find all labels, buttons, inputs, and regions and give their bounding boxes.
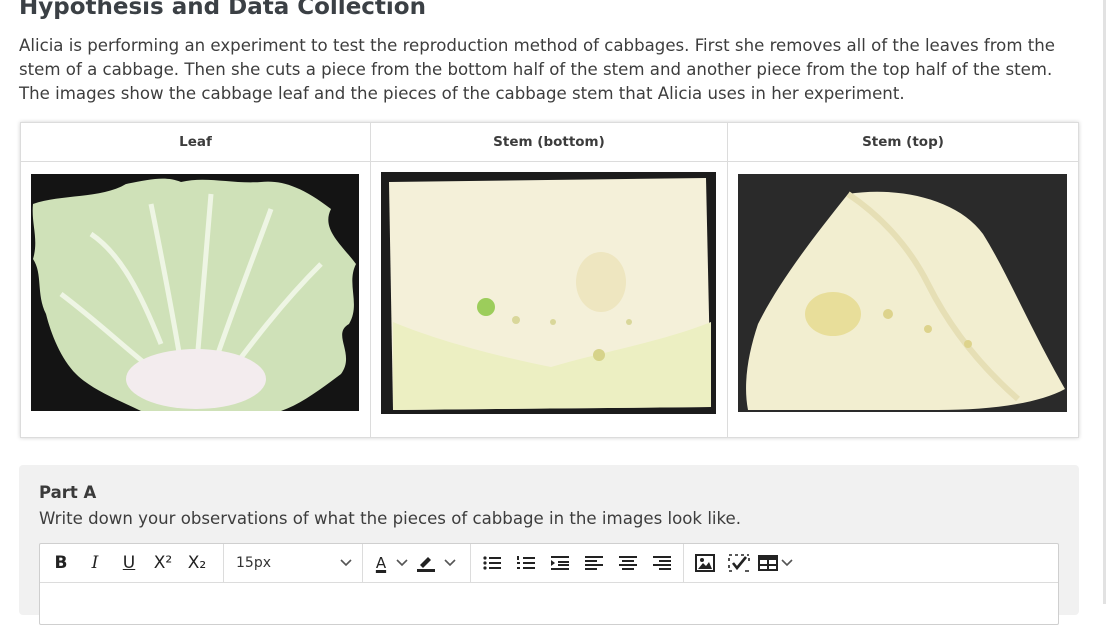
align-center-icon[interactable] [611, 548, 645, 578]
column-header-leaf: Leaf [20, 122, 371, 162]
paragraph-group [471, 544, 684, 582]
chevron-down-icon[interactable] [780, 557, 794, 570]
page: Hypothesis and Data Collection Alicia is… [0, 0, 1100, 625]
editor-toolbar: B I U X² X₂ 15px A [40, 544, 1058, 583]
chevron-down-icon[interactable] [441, 557, 459, 570]
format-group: B I U X² X₂ [40, 544, 224, 582]
column-header-stem-bottom: Stem (bottom) [370, 122, 728, 162]
insert-group [684, 544, 794, 582]
bold-icon[interactable]: B [44, 548, 78, 578]
page-title: Hypothesis and Data Collection [19, 0, 426, 20]
font-size-select[interactable]: 15px [224, 555, 362, 571]
superscript-icon[interactable]: X² [146, 548, 180, 578]
subscript-icon[interactable]: X₂ [180, 548, 214, 578]
align-left-icon[interactable] [577, 548, 611, 578]
highlight-icon[interactable] [411, 548, 441, 578]
leaf-cell [20, 161, 371, 438]
spellcheck-icon[interactable] [722, 548, 756, 578]
part-a-panel: Part A Write down your observations of w… [19, 465, 1079, 625]
font-size-group: 15px [224, 544, 363, 582]
chevron-down-icon [340, 557, 352, 570]
part-a-prompt: Write down your observations of what the… [39, 509, 742, 528]
italic-icon[interactable]: I [78, 548, 112, 578]
stem-bottom-cell [370, 161, 728, 438]
rich-text-editor[interactable]: B I U X² X₂ 15px A [39, 543, 1059, 625]
column-header-stem-top: Stem (top) [727, 122, 1079, 162]
text-color-icon[interactable]: A [369, 548, 393, 578]
font-size-value: 15px [236, 555, 271, 571]
stem-bottom-image [381, 172, 716, 414]
indent-icon[interactable] [543, 548, 577, 578]
leaf-image [31, 174, 359, 411]
table-icon[interactable] [756, 548, 780, 578]
chevron-down-icon[interactable] [393, 557, 411, 570]
align-right-icon[interactable] [645, 548, 679, 578]
image-icon[interactable] [688, 548, 722, 578]
intro-text: Alicia is performing an experiment to te… [19, 36, 1055, 103]
color-group: A [363, 544, 471, 582]
stem-top-image [738, 174, 1067, 412]
underline-icon[interactable]: U [112, 548, 146, 578]
stem-top-cell [727, 161, 1079, 438]
image-table: Leaf Stem (bottom) Stem (top) [20, 122, 1079, 438]
numbered-list-icon[interactable] [509, 548, 543, 578]
part-a-title: Part A [39, 483, 97, 502]
bullet-list-icon[interactable] [475, 548, 509, 578]
